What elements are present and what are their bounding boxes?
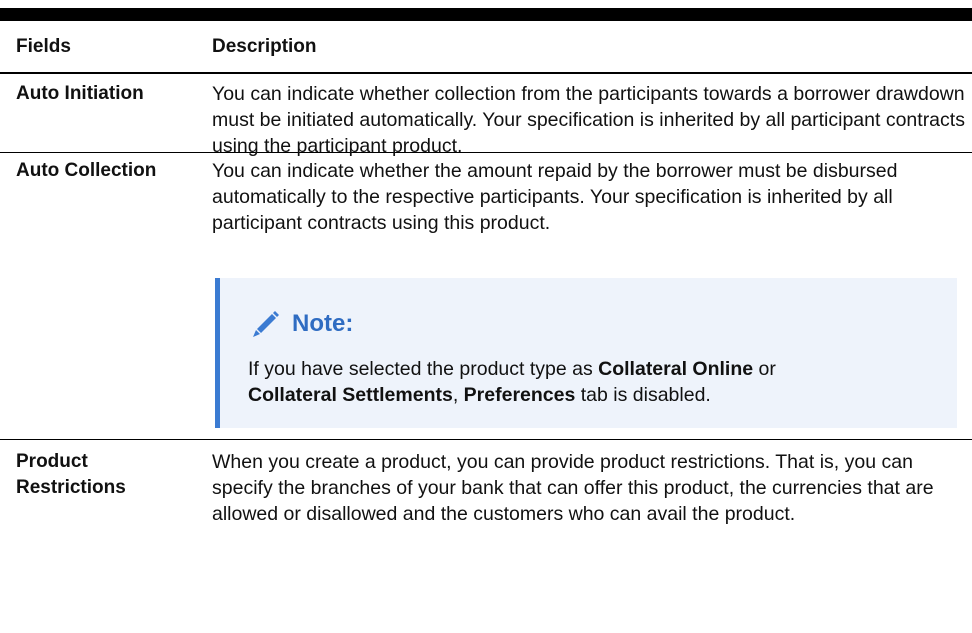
note-heading: Note: [248,306,957,342]
description-header: Description [212,35,317,57]
note-text-part: , [452,384,464,406]
field-name: Product Restrictions [0,440,210,600]
note-text-part: or [753,358,776,380]
field-description: You can indicate whether collection from… [212,83,965,157]
note-bold-collateral-online: Collateral Online [598,358,754,380]
fields-header: Fields [16,35,71,57]
table-header: Fields Description [0,21,972,74]
note-bold-collateral-settlements: Collateral Settlements [248,384,453,406]
table-row: Product Restrictions When you create a p… [0,440,972,600]
note-box: Note: If you have selected the product t… [215,278,957,428]
table-row: Auto Initiation You can indicate whether… [0,74,972,157]
field-name: Auto Collection [16,160,157,181]
field-name-line: Product [16,451,88,472]
pencil-icon [253,311,279,337]
field-description: You can indicate whether the amount repa… [212,160,898,234]
table-row: Auto Collection You can indicate whether… [0,153,972,440]
note-text-part: tab is disabled. [575,384,711,406]
note-bold-preferences: Preferences [463,384,576,406]
top-rule [0,8,972,21]
field-description: When you create a product, you can provi… [212,451,934,525]
note-text-part: If you have selected the product type as [248,358,599,380]
field-description-cell: You can indicate whether the amount repa… [210,153,972,439]
fields-table: Fields Description Auto Initiation You c… [0,21,972,600]
field-name: Auto Initiation [16,83,144,104]
note-title: Note: [292,310,354,337]
note-text: If you have selected the product type as… [248,356,957,408]
field-name-line: Restrictions [16,477,126,498]
